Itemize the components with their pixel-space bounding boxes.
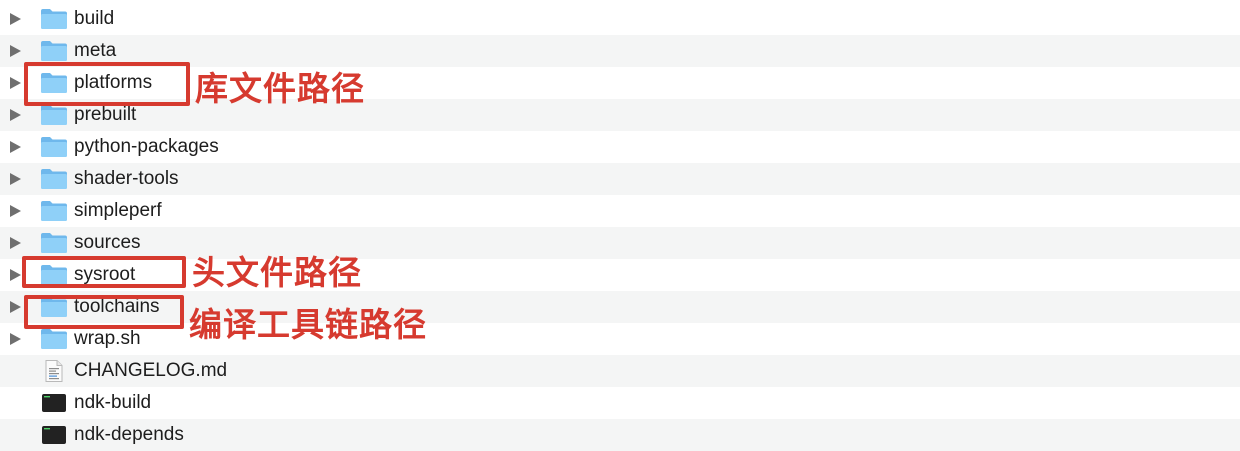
file-row-ndk-build[interactable]: ndk-build [0,387,1240,419]
file-name: python-packages [74,136,219,157]
folder-icon [41,9,67,29]
file-row-build[interactable]: build [0,3,1240,35]
file-row-wrap-sh[interactable]: wrap.sh [0,323,1240,355]
file-row-simpleperf[interactable]: simpleperf [0,195,1240,227]
disclosure-triangle-icon[interactable] [10,237,21,249]
annotation-label-platforms: 库文件路径 [195,69,365,108]
file-row-sources[interactable]: sources [0,227,1240,259]
file-name: build [74,8,115,29]
file-row-ndk-depends[interactable]: ndk-depends [0,419,1240,451]
annotation-box-toolchains [24,295,184,329]
disclosure-triangle-icon[interactable] [10,13,21,25]
annotation-label-toolchains: 编译工具链路径 [189,305,427,344]
disclosure-triangle-icon[interactable] [10,205,21,217]
annotation-box-platforms [24,62,190,106]
folder-icon [41,169,67,189]
disclosure-triangle-icon[interactable] [10,77,21,89]
file-row-python-packages[interactable]: python-packages [0,131,1240,163]
folder-icon [41,329,67,349]
annotation-label-sysroot: 头文件路径 [192,253,362,292]
file-name: ndk-depends [74,424,184,445]
file-name: CHANGELOG.md [74,360,228,381]
file-name: simpleperf [74,200,162,221]
file-name: ndk-build [74,392,152,413]
folder-icon [41,201,67,221]
disclosure-triangle-icon[interactable] [10,269,21,281]
disclosure-triangle-icon[interactable] [10,45,21,57]
annotation-box-sysroot [22,256,186,288]
file-row-shader-tools[interactable]: shader-tools [0,163,1240,195]
folder-icon [41,137,67,157]
folder-icon [41,105,67,125]
disclosure-triangle-icon[interactable] [10,173,21,185]
terminal-executable-icon [42,426,66,444]
disclosure-triangle-icon[interactable] [10,301,21,313]
document-icon [45,360,63,382]
file-row-changelog[interactable]: CHANGELOG.md [0,355,1240,387]
disclosure-triangle-icon[interactable] [10,109,21,121]
file-row-sysroot[interactable]: sysroot [0,259,1240,291]
disclosure-triangle-icon[interactable] [10,333,21,345]
file-name: sources [74,232,141,253]
folder-icon [41,41,67,61]
file-name: shader-tools [74,168,179,189]
folder-icon [41,233,67,253]
disclosure-triangle-icon[interactable] [10,141,21,153]
file-row-toolchains[interactable]: toolchains [0,291,1240,323]
terminal-executable-icon [42,394,66,412]
